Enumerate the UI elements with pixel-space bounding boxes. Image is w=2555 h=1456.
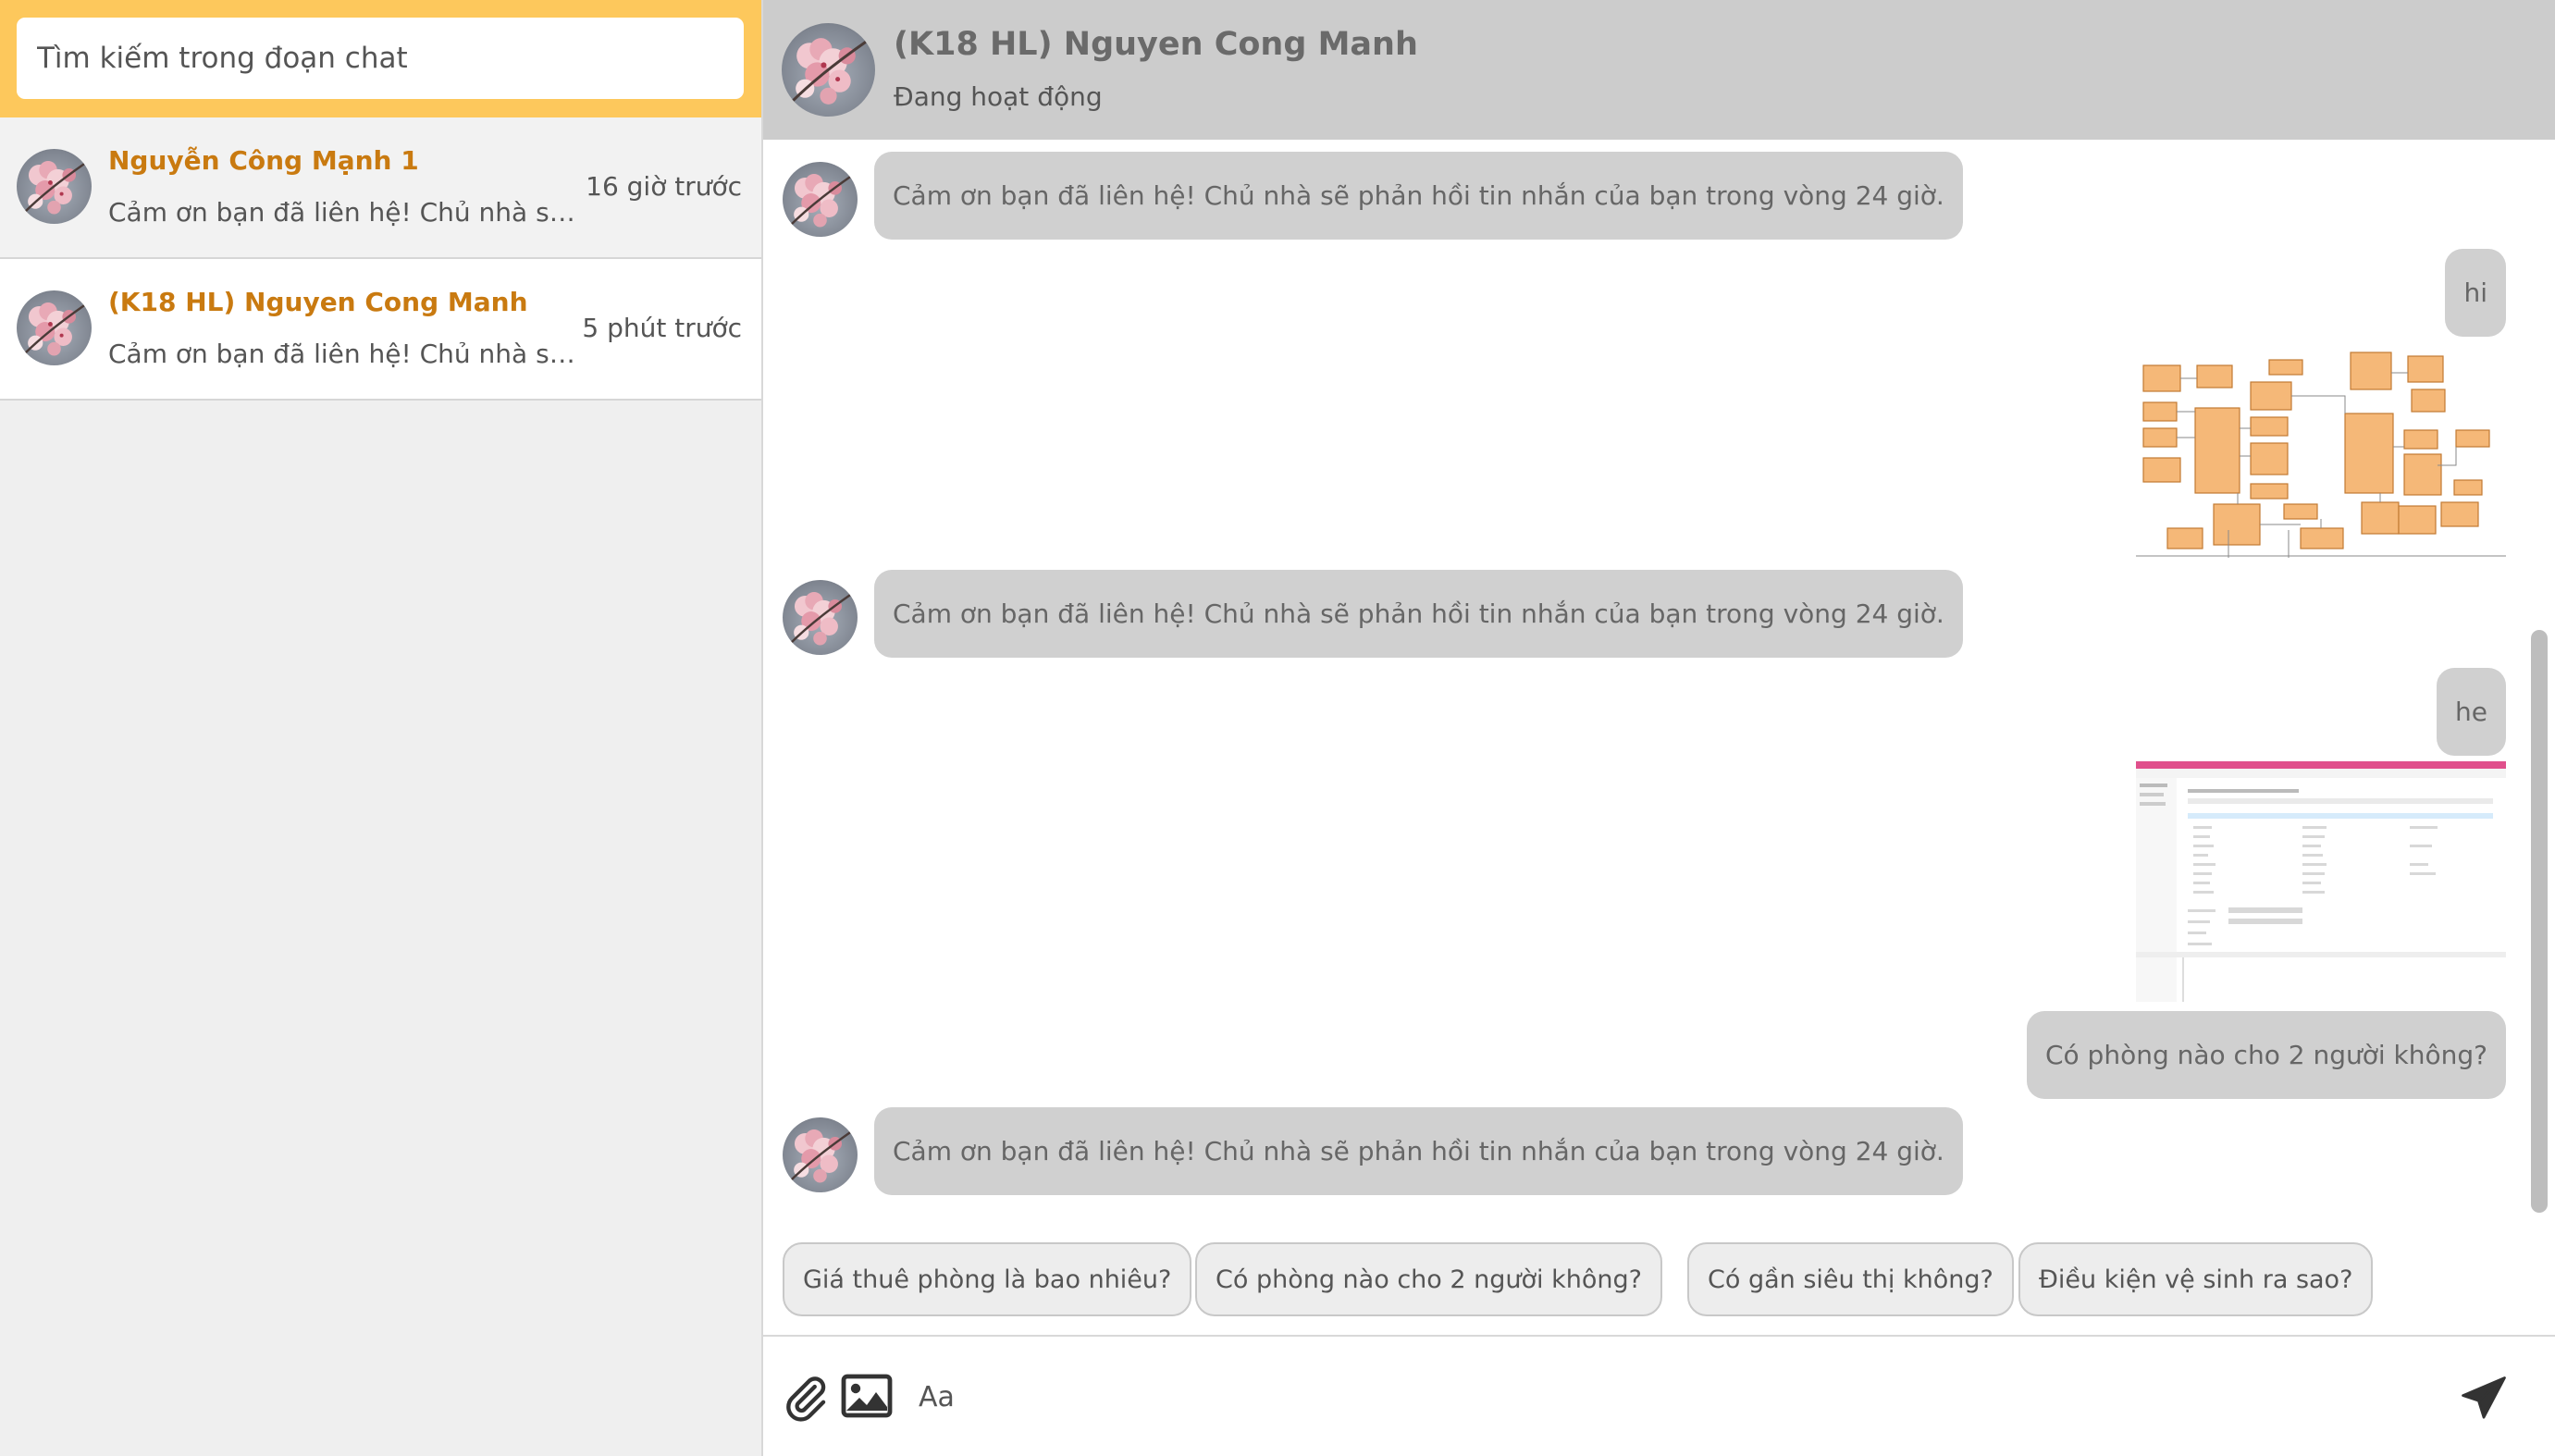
message-composer xyxy=(763,1335,2555,1456)
paperclip-icon[interactable] xyxy=(782,1374,830,1422)
incoming-message: Cảm ơn bạn đã liên hệ! Chủ nhà sẽ phản h… xyxy=(874,1107,1963,1195)
cherry-blossom-avatar-image xyxy=(23,302,85,356)
chat-panel: (K18 HL) Nguyen Cong Manh Đang hoạt động… xyxy=(763,0,2555,1456)
conversation-item[interactable]: (K18 HL) Nguyen Cong Manh 5 phút trước C… xyxy=(0,259,761,401)
search-input[interactable] xyxy=(17,18,744,99)
conversation-time: 5 phút trước xyxy=(582,313,742,343)
avatar xyxy=(17,149,92,224)
cherry-blossom-avatar-image xyxy=(789,1129,851,1183)
cherry-blossom-avatar-image xyxy=(23,160,85,215)
conversation-name: Nguyễn Công Mạnh 1 xyxy=(108,145,419,176)
conversation-name: (K18 HL) Nguyen Cong Manh xyxy=(108,287,528,317)
quick-reply-price[interactable]: Giá thuê phòng là bao nhiêu? xyxy=(783,1242,1192,1316)
quick-reply-hygiene[interactable]: Điều kiện vệ sinh ra sao? xyxy=(2018,1242,2374,1316)
outgoing-message: Có phòng nào cho 2 người không? xyxy=(2026,1011,2506,1099)
incoming-message: Cảm ơn bạn đã liên hệ! Chủ nhà sẽ phản h… xyxy=(874,570,1963,658)
avatar xyxy=(783,1117,858,1192)
conversation-sidebar: Nguyễn Công Mạnh 1 16 giờ trước Cảm ơn b… xyxy=(0,0,763,1456)
message-list[interactable]: Cảm ơn bạn đã liên hệ! Chủ nhà sẽ phản h… xyxy=(763,140,2555,1335)
online-status: Đang hoạt động xyxy=(894,81,1103,112)
conversation-preview: Cảm ơn bạn đã liên hệ! Chủ nhà sẽ phản h… xyxy=(108,339,580,369)
avatar xyxy=(783,580,858,655)
chat-app: Nguyễn Công Mạnh 1 16 giờ trước Cảm ơn b… xyxy=(0,0,2555,1456)
sent-image-form-screenshot[interactable] xyxy=(2136,761,2506,1002)
cherry-blossom-avatar-image xyxy=(789,591,851,646)
conversation-time: 16 giờ trước xyxy=(586,171,742,202)
send-icon[interactable] xyxy=(2459,1374,2509,1424)
message-input[interactable] xyxy=(919,1364,2260,1429)
search-bar xyxy=(0,0,761,117)
conversation-item[interactable]: Nguyễn Công Mạnh 1 16 giờ trước Cảm ơn b… xyxy=(0,117,761,259)
cherry-blossom-avatar-image xyxy=(790,38,867,105)
chat-header: (K18 HL) Nguyen Cong Manh Đang hoạt động xyxy=(763,0,2555,140)
conversation-preview: Cảm ơn bạn đã liên hệ! Chủ nhà sẽ phản h… xyxy=(108,197,580,228)
cherry-blossom-avatar-image xyxy=(789,173,851,228)
chat-title: (K18 HL) Nguyen Cong Manh xyxy=(894,26,1418,63)
quick-reply-two-person-room[interactable]: Có phòng nào cho 2 người không? xyxy=(1195,1242,1662,1316)
sent-image-er-diagram[interactable] xyxy=(2136,345,2506,558)
avatar[interactable] xyxy=(782,23,875,117)
incoming-message: Cảm ơn bạn đã liên hệ! Chủ nhà sẽ phản h… xyxy=(874,152,1963,240)
message-scrollbar[interactable] xyxy=(2531,630,2548,1213)
quick-reply-near-supermarket[interactable]: Có gần siêu thị không? xyxy=(1687,1242,2014,1316)
er-diagram-thumbnail xyxy=(2136,345,2506,558)
image-icon[interactable] xyxy=(841,1372,893,1420)
avatar xyxy=(783,162,858,237)
outgoing-message: hi xyxy=(2445,249,2506,337)
form-editor-thumbnail xyxy=(2136,761,2506,1002)
avatar xyxy=(17,290,92,365)
outgoing-message: he xyxy=(2437,668,2506,756)
